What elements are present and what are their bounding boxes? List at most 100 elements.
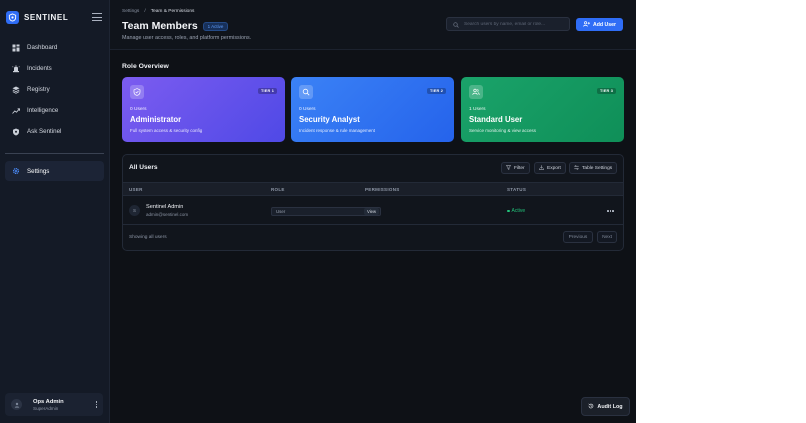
trend-icon xyxy=(11,106,20,115)
current-user-card[interactable]: Ops Admin SuperAdmin xyxy=(5,393,103,416)
gear-icon xyxy=(11,167,20,176)
all-users-panel: All Users Filter Export Table Settings U… xyxy=(122,154,624,251)
search-box[interactable] xyxy=(446,17,570,31)
alarm-icon xyxy=(11,64,20,73)
tier-badge: TIER 1 xyxy=(257,88,277,94)
empty-viewport-area xyxy=(636,0,806,423)
column-header-user[interactable]: USER xyxy=(129,187,143,192)
shield-chat-icon xyxy=(11,127,20,136)
role-select-value: User xyxy=(276,209,286,214)
export-button[interactable]: Export xyxy=(534,162,566,174)
breadcrumb-settings[interactable]: Settings xyxy=(122,9,139,14)
tier-badge: TIER 3 xyxy=(596,88,616,94)
sliders-icon xyxy=(574,164,579,172)
table-settings-label: Table Settings xyxy=(582,165,613,171)
layers-icon xyxy=(11,85,20,94)
role-user-count: 0 Users xyxy=(130,107,147,112)
search-icon xyxy=(453,15,459,33)
status-dot-icon xyxy=(507,209,510,213)
role-description: Service monitoring & view access xyxy=(469,128,537,133)
audit-log-button[interactable]: Audit Log xyxy=(581,397,630,416)
all-users-title: All Users xyxy=(129,164,158,171)
status-label: Active xyxy=(511,208,526,214)
role-user-count: 1 Users xyxy=(469,107,486,112)
role-user-count: 0 Users xyxy=(299,107,316,112)
add-user-icon xyxy=(583,20,590,29)
sidebar-divider xyxy=(5,153,104,154)
add-user-label: Add User xyxy=(592,21,617,28)
status-badge: Active xyxy=(507,208,525,214)
sidebar-nav: Dashboard Incidents Registry Intelligenc… xyxy=(0,37,109,181)
users-icon xyxy=(469,85,483,99)
page-title: Team Members xyxy=(122,20,198,32)
sidebar-item-label: Ask Sentinel xyxy=(27,128,62,135)
brand: SENTINEL xyxy=(0,0,109,34)
filter-button[interactable]: Filter xyxy=(501,162,530,174)
role-name: Security Analyst xyxy=(299,115,360,124)
role-overview-title: Role Overview xyxy=(122,63,169,70)
role-card-security-analyst[interactable]: TIER 2 0 Users Security Analyst Incident… xyxy=(291,77,454,142)
user-email: admin@sentinel.com xyxy=(146,212,189,217)
sidebar-item-label: Incidents xyxy=(27,65,52,72)
user-name: Sentinel Admin xyxy=(146,204,184,210)
role-description: Full system access & security config xyxy=(130,128,203,133)
sentinel-logo-icon xyxy=(6,10,19,24)
title-row: Team Members 1 Active xyxy=(122,20,229,32)
pagination-summary: Showing all users xyxy=(129,235,167,240)
download-icon xyxy=(539,164,544,172)
column-header-permissions[interactable]: PERMISSIONS xyxy=(365,187,400,192)
page-subtitle: Manage user access, roles, and platform … xyxy=(122,35,252,41)
avatar xyxy=(11,399,22,410)
app-window: SENTINEL Dashboard Incidents Registry In… xyxy=(0,0,636,423)
avatar: S xyxy=(129,205,140,216)
audit-log-label: Audit Log xyxy=(597,403,623,410)
sidebar-item-dashboard[interactable]: Dashboard xyxy=(0,37,109,58)
filter-icon xyxy=(505,164,512,172)
user-role: SuperAdmin xyxy=(33,405,59,411)
table-settings-button[interactable]: Table Settings xyxy=(569,162,618,174)
role-name: Standard User xyxy=(469,115,523,124)
dashboard-icon xyxy=(11,43,20,52)
role-name: Administrator xyxy=(130,115,182,124)
shield-check-icon xyxy=(130,85,144,99)
sidebar-item-ask-sentinel[interactable]: Ask Sentinel xyxy=(0,121,109,142)
search-input[interactable] xyxy=(464,21,563,27)
table-row[interactable]: S Sentinel Admin admin@sentinel.com User… xyxy=(123,197,623,225)
sidebar-item-label: Intelligence xyxy=(27,107,59,114)
table-header: USER ROLE PERMISSIONS STATUS xyxy=(123,182,623,196)
breadcrumb-current: Team & Permissions xyxy=(150,9,195,14)
sidebar-item-label: Registry xyxy=(27,86,50,93)
history-icon xyxy=(588,403,594,411)
sidebar-item-incidents[interactable]: Incidents xyxy=(0,58,109,79)
main-content: Settings / Team & Permissions Team Membe… xyxy=(110,0,636,423)
user-info: Ops Admin SuperAdmin xyxy=(33,399,64,411)
search-icon xyxy=(299,85,313,99)
next-page-button[interactable]: Next xyxy=(597,231,617,243)
more-options-icon[interactable] xyxy=(95,401,97,408)
sidebar-item-settings[interactable]: Settings xyxy=(5,161,104,181)
breadcrumb: Settings / Team & Permissions xyxy=(122,9,194,14)
row-actions-icon[interactable] xyxy=(607,210,614,212)
sidebar-item-label: Settings xyxy=(27,167,50,175)
export-label: Export xyxy=(547,165,561,171)
column-header-role[interactable]: ROLE xyxy=(271,187,285,192)
sidebar-item-intelligence[interactable]: Intelligence xyxy=(0,100,109,121)
breadcrumb-separator: / xyxy=(144,9,146,14)
page-header: Settings / Team & Permissions Team Membe… xyxy=(110,0,636,50)
role-card-standard-user[interactable]: TIER 3 1 Users Standard User Service mon… xyxy=(461,77,624,142)
column-header-status[interactable]: STATUS xyxy=(507,187,526,192)
brand-name: SENTINEL xyxy=(24,12,69,22)
user-name: Ops Admin xyxy=(33,398,64,405)
sidebar-item-registry[interactable]: Registry xyxy=(0,79,109,100)
sidebar-item-label: Dashboard xyxy=(27,44,58,51)
active-count-badge: 1 Active xyxy=(202,21,229,31)
role-card-administrator[interactable]: TIER 1 0 Users Administrator Full system… xyxy=(122,77,285,142)
hamburger-menu-icon[interactable] xyxy=(91,12,103,22)
role-select[interactable]: User View xyxy=(271,207,381,216)
tier-badge: TIER 2 xyxy=(426,88,446,94)
filter-label: Filter xyxy=(514,165,525,171)
previous-page-button[interactable]: Previous xyxy=(563,231,593,243)
role-description: Incident response & rule management xyxy=(299,128,376,133)
add-user-button[interactable]: Add User xyxy=(576,18,623,31)
view-button[interactable]: View xyxy=(363,208,379,215)
